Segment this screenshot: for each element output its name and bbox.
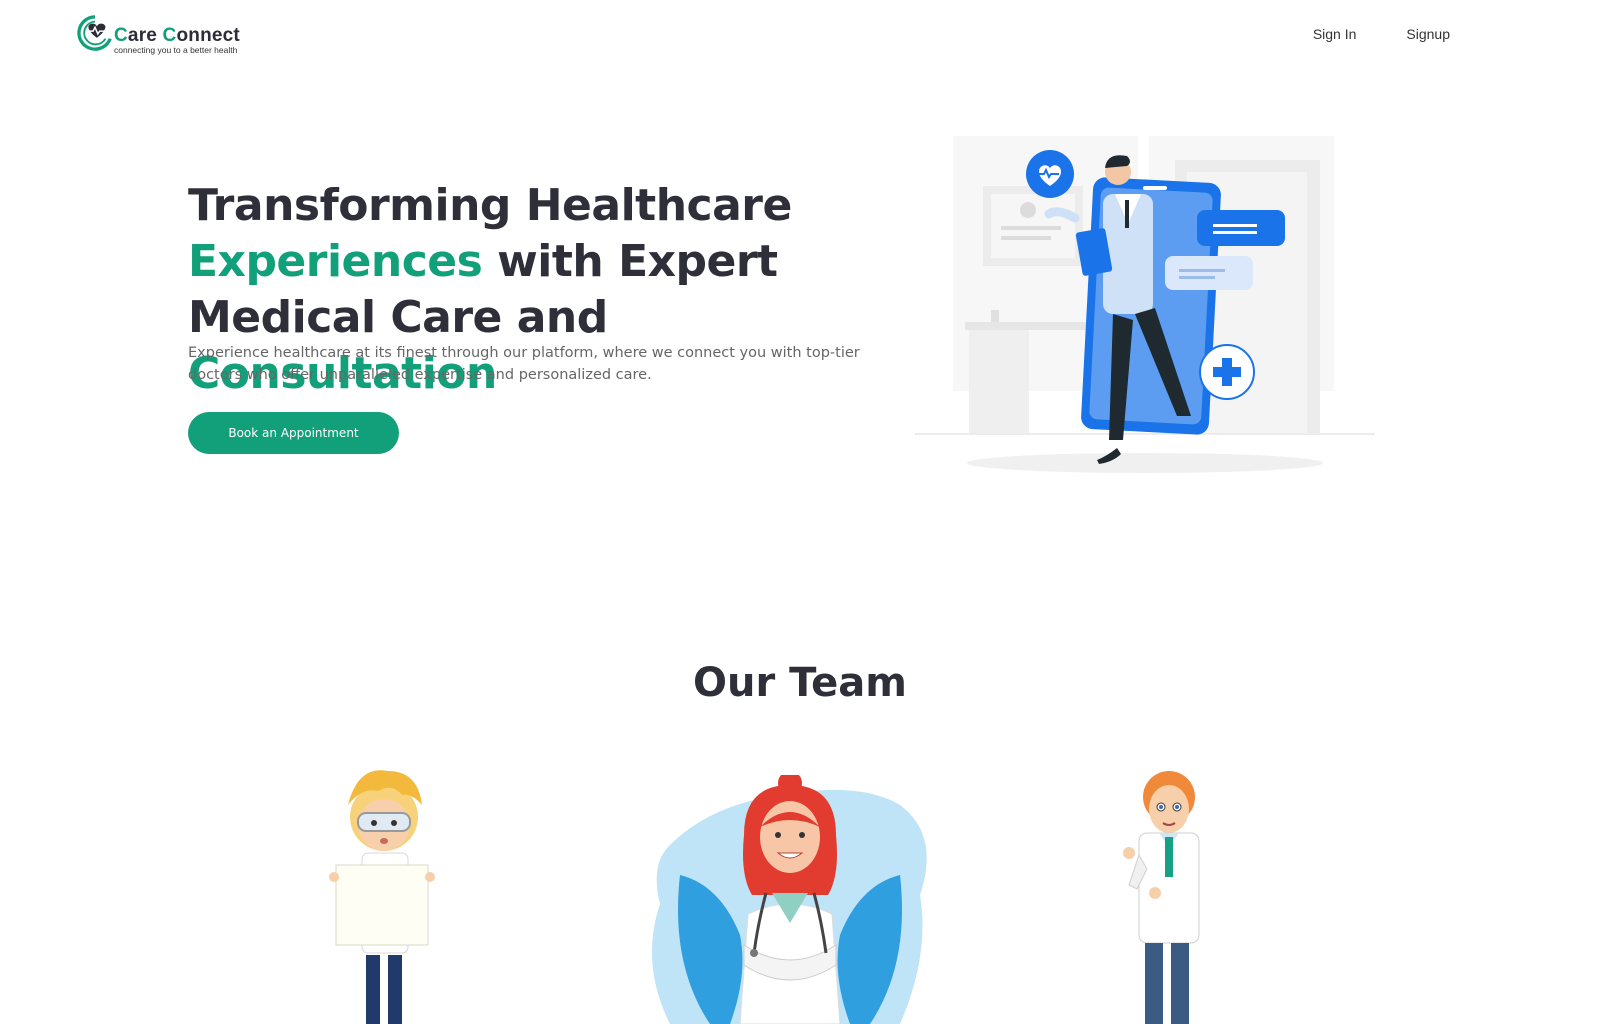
hero-subtitle: Experience healthcare at its finest thro… xyxy=(188,345,860,383)
team-section-title: Our Team xyxy=(693,660,907,706)
team-member-1-avatar xyxy=(329,770,435,1024)
sign-in-link[interactable]: Sign In xyxy=(1313,26,1357,42)
book-appointment-button[interactable]: Book an Appointment xyxy=(188,412,399,454)
doctor-phone-illustration xyxy=(915,136,1375,473)
top-nav: Sign In Signup xyxy=(1313,26,1450,42)
signup-link[interactable]: Signup xyxy=(1406,26,1450,42)
hero-title-line3: Medical Care and xyxy=(188,292,608,343)
brand-tagline: connecting you to a better health xyxy=(114,45,238,55)
heart-pulse-logo-icon xyxy=(77,15,112,51)
hero-title-highlight-1: Experiences xyxy=(188,236,483,287)
brand-logo[interactable]: Care Connect connecting you to a better … xyxy=(76,12,256,56)
brand-name: Care Connect xyxy=(114,25,240,46)
hero-title-line1: Transforming Healthcare xyxy=(188,180,792,231)
hero-title-line2: with Expert xyxy=(482,236,778,287)
team-member-2-avatar xyxy=(652,775,927,1024)
team-member-3-avatar xyxy=(1123,771,1200,1024)
